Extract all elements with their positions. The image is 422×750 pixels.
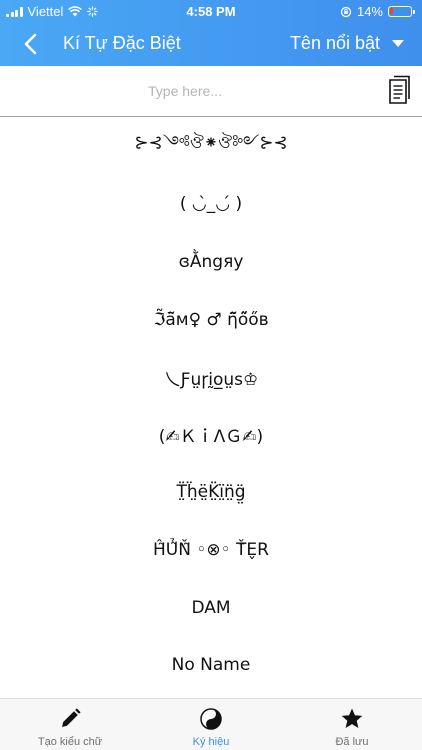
symbol-item[interactable]: DAM <box>0 579 422 637</box>
symbol-item[interactable]: No Name <box>0 636 422 694</box>
battery-icon <box>388 6 415 17</box>
orientation-lock-icon <box>340 6 352 17</box>
clipboard-icon <box>389 75 410 104</box>
chevron-left-icon <box>24 33 37 55</box>
symbol-item[interactable]: ɞẰngяy <box>0 233 422 291</box>
tab-saved[interactable]: Đã lưu <box>282 699 422 750</box>
paste-button[interactable] <box>386 75 410 105</box>
symbol-item[interactable]: Ĥ̃Ủ̃Ň̃ ◦⊗◦ Ť̃E̬R <box>0 521 422 579</box>
battery-percent: 14% <box>356 4 383 19</box>
tab-label: Tạo kiểu chữ <box>37 736 103 748</box>
status-right: 14% <box>340 4 415 19</box>
page-title: Kí Tự Đặc Biệt <box>63 33 181 53</box>
symbol-item[interactable]: (✍ＫｉΛＧ✍) <box>0 406 422 464</box>
chevron-down-icon <box>392 40 404 47</box>
yin-yang-icon <box>200 708 222 730</box>
symbol-list: ⊱⊰༺ঔ⁕ঔ༻⊱⊰ ( ◡̀_◡́ ) ɞẰngяy ℑ̃ā̃ᴍ♀ ♂ ῆ̃ő̃… <box>0 118 422 698</box>
pencil-icon <box>62 708 81 727</box>
star-icon <box>341 708 363 728</box>
header-bar: Viettel 4:58 PM 14% Kí Tự Đặc Biệt Tên n… <box>0 0 422 66</box>
status-bar: Viettel 4:58 PM 14% <box>0 0 422 22</box>
filter-label: Tên nổi bật <box>289 33 380 53</box>
symbol-item[interactable]: T̤̈ḧ̤ë̤K̤̈ï̤n̤̈g̤̈ <box>0 464 422 522</box>
tab-label: Ký hiệu <box>192 736 230 748</box>
search-input[interactable] <box>0 66 370 116</box>
symbol-item[interactable]: 乀Ƒṳɼḭo̲ṳs♔ <box>0 348 422 406</box>
nav-row: Kí Tự Đặc Biệt Tên nổi bật <box>0 22 422 66</box>
symbol-item[interactable]: ( ◡̀_◡́ ) <box>0 176 422 234</box>
back-button[interactable] <box>18 30 46 58</box>
tab-label: Đã lưu <box>335 736 369 748</box>
text-input-bar <box>0 66 422 117</box>
tab-symbols[interactable]: Ký hiệu <box>141 699 281 750</box>
filter-dropdown[interactable]: Tên nổi bật <box>290 33 404 54</box>
symbol-item[interactable]: ⊱⊰༺ঔ⁕ঔ༻⊱⊰ <box>0 118 422 176</box>
tab-create-style[interactable]: Tạo kiểu chữ <box>0 699 140 750</box>
battery-fill <box>390 8 393 14</box>
symbol-item[interactable]: ℑ̃ā̃ᴍ♀ ♂ ῆ̃ő̃őʙ <box>0 291 422 349</box>
bottom-tab-bar: Tạo kiểu chữ Ký hiệu Đã lưu <box>0 698 422 750</box>
